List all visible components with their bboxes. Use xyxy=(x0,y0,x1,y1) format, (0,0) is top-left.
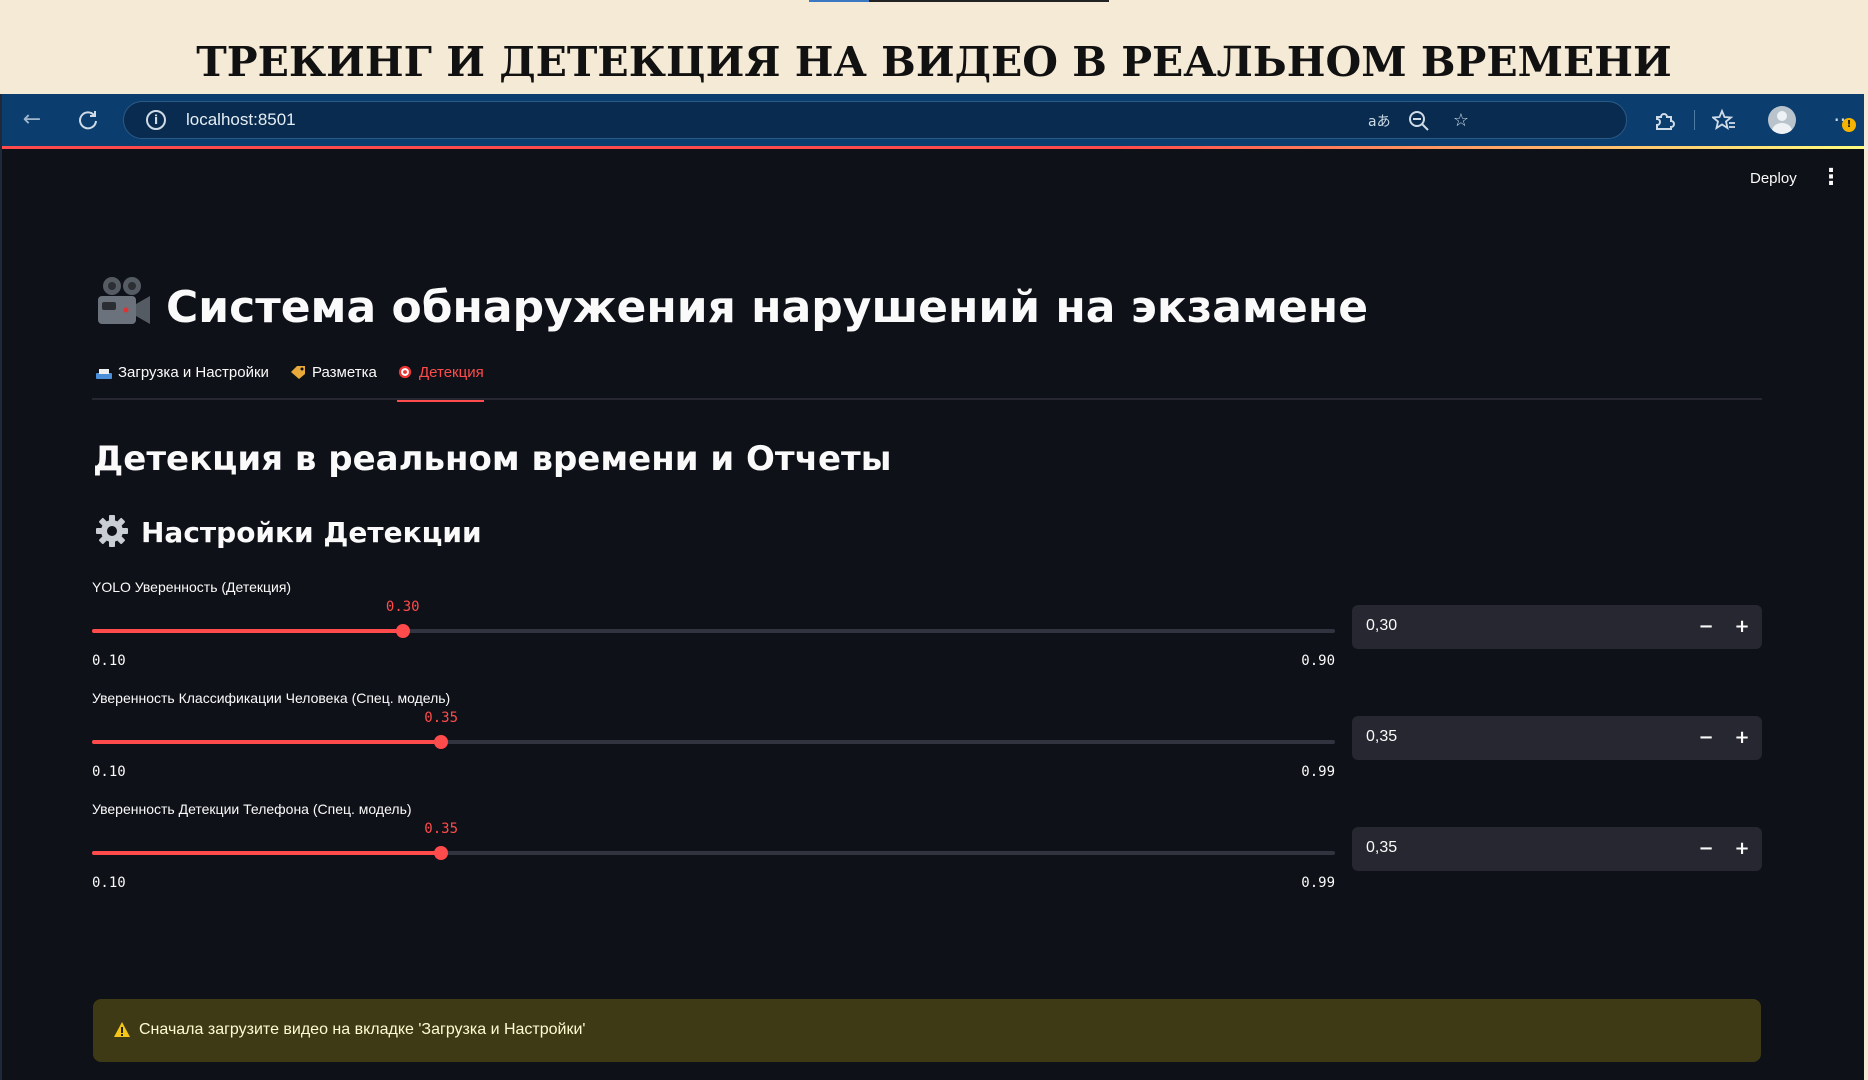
slider-fill xyxy=(92,629,403,633)
url-text[interactable]: localhost:8501 xyxy=(186,110,296,130)
extensions-icon[interactable] xyxy=(1650,106,1678,134)
settings-heading: Настройки Детекции xyxy=(95,514,482,549)
warning-alert: Сначала загрузите видео на вкладке 'Загр… xyxy=(93,999,1761,1062)
translate-icon[interactable]: aあ xyxy=(1367,109,1391,133)
tab-markup[interactable]: Разметка xyxy=(290,364,377,400)
warning-icon xyxy=(114,1022,130,1037)
slider-thumb[interactable] xyxy=(395,624,410,638)
update-badge-icon: ! xyxy=(1842,118,1856,132)
favorites-icon[interactable] xyxy=(1710,106,1738,134)
svg-text:aあ: aあ xyxy=(1368,114,1391,130)
number-input-value[interactable]: 0,35 xyxy=(1366,839,1397,857)
yolo-confidence-input[interactable]: 0,30 − + xyxy=(1352,605,1762,649)
tag-icon xyxy=(291,366,305,379)
browser-toolbar: ← i localhost:8501 aあ ☆ ··· ! xyxy=(2,94,1864,146)
increment-button[interactable]: + xyxy=(1728,835,1756,863)
slider-row-yolo: YOLO Уверенность (Детекция) 0.30 0.10 0.… xyxy=(92,579,1762,689)
phone-detection-slider[interactable]: 0.35 xyxy=(92,821,1335,863)
reload-icon[interactable] xyxy=(74,106,102,134)
tab-upload-settings[interactable]: Загрузка и Настройки xyxy=(96,364,269,400)
warning-text: Сначала загрузите видео на вкладке 'Загр… xyxy=(139,1021,586,1038)
deploy-button[interactable]: Deploy xyxy=(1750,170,1797,187)
tab-bar: Загрузка и Настройки Разметка Детекция xyxy=(92,364,1762,402)
loading-bar xyxy=(2,146,1864,149)
movie-camera-icon xyxy=(98,277,150,324)
increment-button[interactable]: + xyxy=(1728,724,1756,752)
person-classification-slider[interactable]: 0.35 xyxy=(92,710,1335,752)
slide-title: ТРЕКИНГ И ДЕТЕКЦИЯ НА ВИДЕО В РЕАЛЬНОМ В… xyxy=(196,38,1672,86)
tab-detection[interactable]: Детекция xyxy=(397,364,484,402)
info-icon[interactable]: i xyxy=(146,110,166,130)
toolbar-divider xyxy=(1694,110,1695,130)
slider-row-phone: Уверенность Детекции Телефона (Спец. мод… xyxy=(92,801,1762,911)
slider-min-label: 0.10 xyxy=(92,764,126,780)
star-icon[interactable]: ☆ xyxy=(1449,109,1473,133)
slide-top-line xyxy=(809,0,1109,2)
profile-icon[interactable] xyxy=(1768,106,1796,134)
person-classification-input[interactable]: 0,35 − + xyxy=(1352,716,1762,760)
page-title: Система обнаружения нарушений на экзамен… xyxy=(94,274,1368,333)
slider-max-label: 0.99 xyxy=(1301,764,1335,780)
zoom-out-icon[interactable] xyxy=(1407,109,1431,133)
page-title-text: Система обнаружения нарушений на экзамен… xyxy=(166,282,1369,333)
slider-label: Уверенность Классификации Человека (Спец… xyxy=(92,690,451,706)
phone-detection-input[interactable]: 0,35 − + xyxy=(1352,827,1762,871)
slider-current-value: 0.35 xyxy=(424,710,459,726)
slider-min-label: 0.10 xyxy=(92,653,126,669)
settings-heading-text: Настройки Детекции xyxy=(141,516,482,549)
main-menu-icon[interactable]: ⋮ xyxy=(1820,166,1842,190)
decrement-button[interactable]: − xyxy=(1692,835,1720,863)
gear-icon xyxy=(96,515,128,547)
slider-label: YOLO Уверенность (Детекция) xyxy=(92,579,292,595)
slider-label: Уверенность Детекции Телефона (Спец. мод… xyxy=(92,801,412,817)
section-title: Детекция в реальном времени и Отчеты xyxy=(93,439,892,479)
back-arrow-icon[interactable]: ← xyxy=(18,106,46,134)
upload-tray-icon xyxy=(96,369,112,379)
slider-min-label: 0.10 xyxy=(92,875,126,891)
slider-thumb[interactable] xyxy=(434,735,449,749)
slider-row-person: Уверенность Классификации Человека (Спец… xyxy=(92,690,1762,800)
target-icon xyxy=(398,365,412,379)
slider-max-label: 0.90 xyxy=(1301,653,1335,669)
browser-window: ← i localhost:8501 aあ ☆ ··· ! Deploy ⋮ xyxy=(0,94,1864,1080)
slider-current-value: 0.30 xyxy=(385,599,420,615)
slider-max-label: 0.99 xyxy=(1301,875,1335,891)
slider-current-value: 0.35 xyxy=(424,821,459,837)
number-input-value[interactable]: 0,35 xyxy=(1366,728,1397,746)
slider-fill xyxy=(92,740,442,744)
decrement-button[interactable]: − xyxy=(1692,613,1720,641)
increment-button[interactable]: + xyxy=(1728,613,1756,641)
slider-fill xyxy=(92,851,442,855)
number-input-value[interactable]: 0,30 xyxy=(1366,617,1397,635)
slider-thumb[interactable] xyxy=(434,846,449,860)
yolo-confidence-slider[interactable]: 0.30 xyxy=(92,599,1335,641)
decrement-button[interactable]: − xyxy=(1692,724,1720,752)
address-bar[interactable]: i localhost:8501 aあ ☆ xyxy=(123,101,1627,139)
